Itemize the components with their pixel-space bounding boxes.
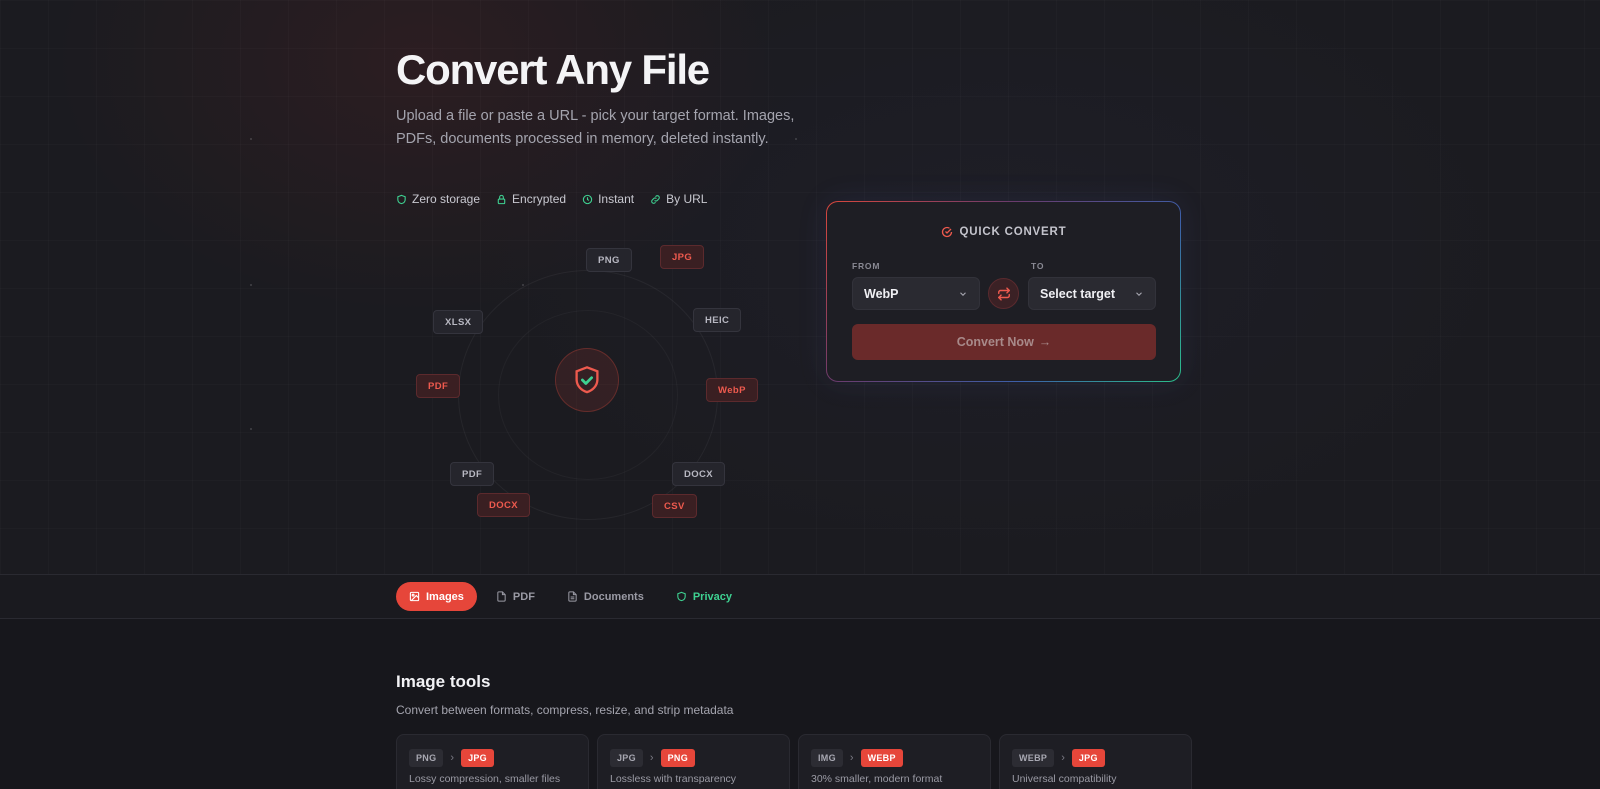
feature-label: Zero storage [412,192,481,206]
shield-icon [397,194,406,204]
feature-label: Instant [598,192,635,206]
feature-by-url: By URL [650,192,707,206]
tab-documents[interactable]: Documents [554,582,657,611]
tool-description: Lossy compression, smaller files [409,773,561,785]
tool-card-jpg-png[interactable]: JPG › PNG Lossless with transparency [597,734,790,789]
tool-description: 30% smaller, modern format [811,773,943,785]
center-shield [555,348,619,412]
chevron-down-icon [960,291,966,296]
tool-description: Lossless with transparency [610,773,737,785]
target-format-badge: JPG [461,749,494,767]
bg-dot [250,284,252,286]
bg-dot [250,428,252,430]
target-format-badge: WEBP [860,749,903,767]
feature-list: Zero storage Encrypted Instant By URL [396,192,707,206]
format-tag-docx: DOCX [672,462,726,486]
tab-label: PDF [512,590,535,603]
chevron-down-icon [1136,291,1142,296]
format-tag-webp: WebP [706,378,758,402]
to-select-value: Select target [1040,286,1116,301]
shield-check-icon [575,366,599,394]
quick-convert-title-text: QUICK CONVERT [959,226,1067,238]
source-format-badge: WEBP [1012,749,1055,767]
target-format-badge: PNG [660,749,695,767]
hero-grid [0,0,1600,575]
tab-privacy[interactable]: Privacy [663,582,745,611]
tool-card-png-jpg[interactable]: PNG › JPG Lossy compression, smaller fil… [396,734,589,789]
to-select[interactable]: Select target [1028,277,1156,310]
tab-label: Images [426,590,464,603]
format-tag-xlsx: XLSX [433,310,484,334]
format-tag-png: PNG [586,248,632,272]
target-format-badge: JPG [1071,749,1105,767]
category-tab-bar: Images PDF Documents Privacy [0,574,1600,619]
feature-encrypted: Encrypted [496,192,566,206]
swap-button[interactable] [988,278,1019,309]
image-icon [409,591,420,602]
tool-description: Universal compatibility [1012,773,1117,785]
chevron-right-icon: › [1061,752,1065,764]
from-select-value: WebP [864,286,899,301]
section-title: Image tools [396,672,491,691]
swap-icon [997,286,1010,301]
check-circle-icon [941,226,952,238]
tool-card-list: PNG › JPG Lossy compression, smaller fil… [396,734,1192,789]
chevron-right-icon: › [849,752,854,764]
from-select[interactable]: WebP [852,277,980,310]
chevron-right-icon: › [450,752,455,764]
section-subtitle: Convert between formats, compress, resiz… [396,703,734,717]
tab-pdf[interactable]: PDF [483,582,548,611]
format-tag-docx-2: DOCX [477,493,531,517]
chevron-right-icon: › [649,752,654,764]
tab-label: Privacy [692,590,732,603]
quick-convert-title: QUICK CONVERT [827,226,1180,238]
tab-label: Documents [583,590,644,603]
arrow-right-icon: → [1038,335,1052,349]
file-icon [497,591,506,602]
document-icon [568,591,577,602]
format-tag-jpg: JPG [660,245,705,269]
to-label: TO [1031,261,1045,271]
feature-zero-storage: Zero storage [396,192,480,206]
shield-icon [677,591,686,602]
feature-label: By URL [666,192,708,206]
format-orbit: PNG JPG XLSX HEIC PDF WebP PDF DOCX DOCX… [408,240,768,530]
tab-images[interactable]: Images [396,582,477,611]
feature-instant: Instant [582,192,634,206]
convert-now-button[interactable]: Convert Now → [852,324,1156,360]
format-tag-pdf-2: PDF [450,462,495,486]
feature-label: Encrypted [512,192,567,206]
clock-icon [582,194,593,204]
source-format-badge: IMG [811,749,843,767]
source-format-badge: PNG [409,749,444,767]
format-tag-csv: CSV [652,494,697,518]
source-format-badge: JPG [610,749,643,767]
page-title: Convert Any File [396,46,710,93]
lock-icon [497,194,506,204]
link-icon [651,194,660,204]
from-label: FROM [852,261,881,271]
hero-subtitle: Upload a file or paste a URL - pick your… [396,108,795,147]
format-tag-heic: HEIC [693,308,742,332]
tool-card-img-webp[interactable]: IMG › WEBP 30% smaller, modern format [798,734,991,789]
quick-convert-card: QUICK CONVERT FROM TO WebP Select target… [826,201,1181,382]
convert-now-label: Convert Now [956,335,1034,349]
format-tag-pdf: PDF [416,374,461,398]
tool-card-webp-jpg[interactable]: WEBP › JPG Universal compatibility [999,734,1192,789]
bg-dot [250,138,252,140]
